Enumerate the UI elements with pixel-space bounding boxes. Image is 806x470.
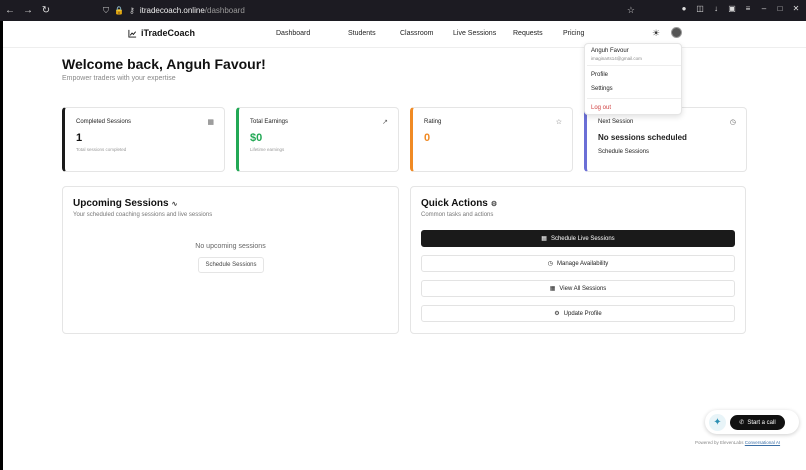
url-path: /dashboard [204, 6, 245, 15]
update-profile-button[interactable]: ⚙ Update Profile [421, 305, 735, 322]
panel-title: Quick Actions ⚙ [421, 198, 497, 209]
panel-title: Upcoming Sessions ∿ [73, 198, 177, 209]
button-label: Update Profile [563, 310, 602, 317]
card-label: Completed Sessions [76, 119, 132, 125]
card-note: Lifetime earnings [250, 147, 285, 152]
chart-logo-icon [128, 29, 137, 38]
minimize-icon[interactable]: – [760, 4, 768, 13]
button-label: Schedule Live Sessions [550, 235, 615, 242]
card-value: 0 [424, 132, 431, 144]
reload-icon[interactable]: ↻ [40, 5, 52, 16]
page-title: Welcome back, Anguh Favour! [62, 56, 266, 72]
completed-sessions-card: Completed Sessions ▦ 1 Total sessions co… [62, 107, 225, 172]
nav-dashboard[interactable]: Dashboard [276, 30, 348, 37]
avatar[interactable] [671, 27, 682, 38]
user-email: imaginarts14@gmail.com [591, 56, 642, 61]
calendar-icon: ▦ [207, 119, 214, 126]
menu-item-logout[interactable]: Log out [591, 105, 611, 111]
nav-pricing[interactable]: Pricing [563, 30, 584, 37]
panel-title-text: Upcoming Sessions [73, 198, 169, 209]
phone-icon: ✆ [739, 420, 745, 426]
next-session-status: No sessions scheduled [598, 133, 687, 142]
nav-students[interactable]: Students [348, 30, 400, 37]
bookmark-star-icon[interactable]: ☆ [627, 5, 635, 16]
view-all-sessions-button[interactable]: ▦ View All Sessions [421, 280, 735, 297]
user-menu-dropdown: Anguh Favour imaginarts14@gmail.com Prof… [584, 43, 682, 115]
card-value: 1 [76, 132, 83, 144]
gear-icon: ⚙ [554, 311, 560, 317]
forward-icon[interactable]: → [22, 5, 34, 16]
page-subtitle: Empower traders with your expertise [62, 75, 176, 82]
voice-chat-widget: ✦ ✆ Start a call [705, 410, 799, 434]
calendar-icon: ▦ [541, 236, 547, 242]
divider [587, 98, 681, 99]
main-menu: Dashboard Students Classroom Live Sessio… [276, 30, 584, 37]
trend-up-icon: ↗ [382, 119, 388, 126]
back-icon[interactable]: ← [4, 5, 16, 16]
panel-subtitle: Common tasks and actions [421, 212, 494, 218]
empty-state-text: No upcoming sessions [195, 243, 266, 250]
total-earnings-card: Total Earnings ↗ $0 Lifetime earnings [236, 107, 399, 172]
key-icon: ⚷ [128, 6, 135, 15]
nav-live-sessions[interactable]: Live Sessions [453, 30, 513, 37]
activity-icon: ∿ [171, 200, 178, 208]
downloads-icon[interactable]: ↓ [712, 4, 720, 13]
url-host: itradecoach.online [139, 6, 205, 15]
top-navigation: iTradeCoach Dashboard Students Classroom… [3, 21, 806, 48]
schedule-sessions-link[interactable]: Schedule Sessions [598, 149, 649, 155]
lock-icon: 🔒 [114, 6, 124, 15]
clock-icon: ◷ [547, 261, 553, 267]
start-call-button[interactable]: ✆ Start a call [730, 415, 785, 430]
user-name: Anguh Favour [591, 48, 629, 54]
maximize-icon[interactable]: □ [776, 4, 784, 13]
account-icon[interactable]: ● [680, 4, 688, 13]
menu-item-settings[interactable]: Settings [591, 86, 613, 92]
star-icon: ☆ [555, 119, 562, 126]
schedule-live-sessions-button[interactable]: ▦ Schedule Live Sessions [421, 230, 735, 247]
shield-icon: ⛉ [103, 5, 109, 15]
panel-subtitle: Your scheduled coaching sessions and liv… [73, 212, 213, 218]
sun-theme-toggle-icon[interactable]: ☀ [652, 28, 660, 39]
card-note: Total sessions completed [76, 147, 127, 152]
close-window-icon[interactable]: ✕ [792, 4, 800, 13]
brand[interactable]: iTradeCoach [128, 28, 195, 38]
button-label: View All Sessions [559, 285, 607, 292]
clock-icon: ◷ [729, 119, 736, 126]
menu-item-profile[interactable]: Profile [591, 72, 608, 78]
container-icon[interactable]: ▣ [728, 4, 736, 13]
powered-prefix: Powered by ElevenLabs [695, 440, 744, 445]
button-label: Manage Availability [556, 260, 609, 267]
powered-by-text: Powered by ElevenLabs Conversational AI [695, 440, 780, 445]
upcoming-sessions-panel: Upcoming Sessions ∿ Your scheduled coach… [62, 186, 399, 334]
card-label: Rating [424, 119, 442, 125]
browser-toolbar: ← → ↻ ⛉ 🔒 ⚷ itradecoach.online/dashboard… [0, 0, 806, 21]
card-label: Total Earnings [250, 119, 289, 125]
card-value: $0 [250, 132, 263, 144]
card-label: Next Session [598, 119, 634, 125]
rating-card: Rating ☆ 0 [410, 107, 573, 172]
address-bar[interactable]: ⛉ 🔒 ⚷ itradecoach.online/dashboard ☆ [103, 3, 635, 18]
brand-name: iTradeCoach [141, 28, 196, 38]
next-session-card: Next Session ◷ No sessions scheduled Sch… [584, 107, 747, 172]
nav-classroom[interactable]: Classroom [400, 30, 453, 37]
nav-requests[interactable]: Requests [513, 30, 563, 37]
page: iTradeCoach Dashboard Students Classroom… [3, 21, 806, 470]
panel-title-text: Quick Actions [421, 198, 488, 209]
start-call-label: Start a call [747, 419, 776, 426]
manage-availability-button[interactable]: ◷ Manage Availability [421, 255, 735, 272]
app-menu-icon[interactable]: ≡ [744, 4, 752, 13]
assistant-avatar-icon[interactable]: ✦ [709, 414, 726, 431]
schedule-sessions-button[interactable]: Schedule Sessions [198, 257, 264, 273]
quick-actions-panel: Quick Actions ⚙ Common tasks and actions… [410, 186, 746, 334]
calendar-icon: ▦ [549, 286, 556, 292]
extensions-icon[interactable]: ◫ [696, 4, 704, 13]
divider [587, 65, 681, 66]
settings-icon: ⚙ [490, 200, 498, 208]
powered-link[interactable]: Conversational AI [745, 440, 780, 445]
